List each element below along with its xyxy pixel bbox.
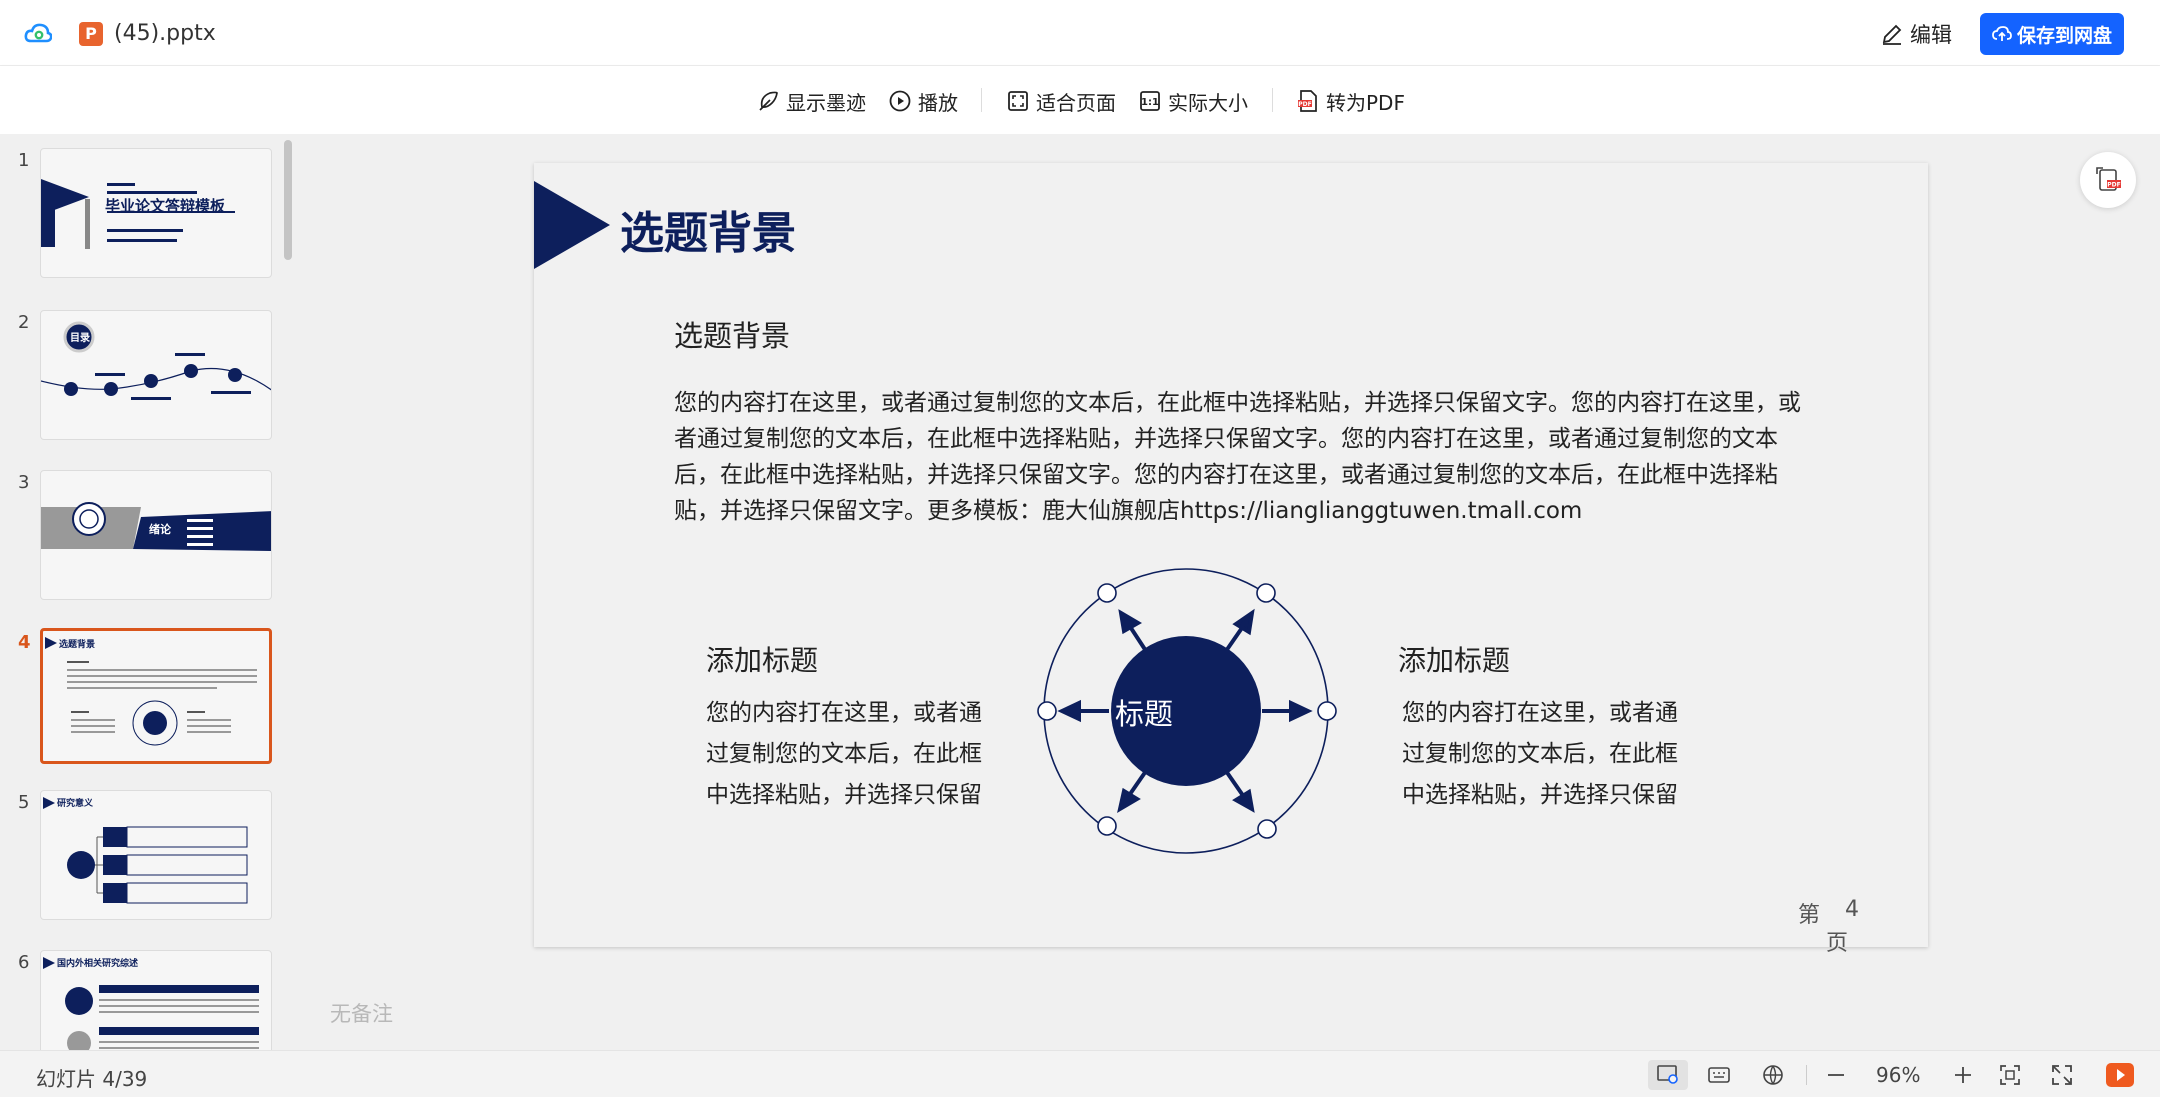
- cloud-upload-icon: [1992, 26, 2012, 41]
- status-divider: [1806, 1065, 1807, 1085]
- thumb-5-graphic: [43, 797, 248, 904]
- convert-pdf-button[interactable]: PDF 转为PDF: [1296, 86, 1405, 116]
- slide-subtitle[interactable]: 选题背景: [674, 313, 790, 355]
- play-circle-icon: [889, 90, 911, 112]
- left-text[interactable]: 您的内容打在这里，或者通过复制您的文本后，在此框中选择粘贴，并选择只保留: [706, 693, 996, 816]
- cloud-logo-icon[interactable]: [24, 21, 52, 45]
- play-label: 播放: [918, 90, 958, 115]
- sidebar-scrollbar[interactable]: [284, 140, 292, 260]
- actual-size-button[interactable]: 1:1 实际大小: [1138, 86, 1248, 116]
- thumb-5-title: 研究意义: [57, 799, 94, 809]
- convert-pdf-label: 转为PDF: [1326, 90, 1405, 115]
- toolbar-divider: [981, 88, 982, 112]
- normal-view-button[interactable]: [1648, 1060, 1688, 1090]
- pencil-icon: [1882, 24, 1902, 45]
- page-suffix: 页: [1826, 931, 1849, 956]
- slide-view-icon: [1657, 1065, 1678, 1084]
- slide-thumbnail-panel[interactable]: 1 毕业论文答辩模板 2 目录 3 绪论 4 选题背景 5 研究意义 6 国内外…: [0, 134, 298, 1050]
- thumb-4-graphic: [45, 637, 257, 746]
- thumb-number: 6: [18, 952, 30, 973]
- plus-icon: [1955, 1067, 1971, 1083]
- title-triangle-shape: [534, 181, 610, 269]
- save-to-cloud-button[interactable]: 保存到网盘: [1980, 13, 2124, 55]
- thumb-4-title: 选题背景: [59, 640, 96, 650]
- show-ink-label: 显示墨迹: [786, 90, 866, 115]
- slide-thumbnail-6[interactable]: 国内外相关研究综述: [40, 950, 272, 1050]
- top-bar: P (45).pptx 编辑 保存到网盘: [0, 0, 2160, 66]
- floating-pdf-button[interactable]: PDF: [2080, 152, 2136, 208]
- slide-thumbnail-2[interactable]: 目录: [40, 310, 272, 440]
- current-slide[interactable]: 选题背景 选题背景 您的内容打在这里，或者通过复制您的文本后，在此框中选择粘贴，…: [534, 163, 1928, 956]
- globe-icon: [1763, 1065, 1783, 1085]
- thumb-number: 1: [18, 150, 30, 171]
- slide-body-text[interactable]: 您的内容打在这里，或者通过复制您的文本后，在此框中选择粘贴，并选择只保留文字。您…: [674, 385, 1804, 529]
- svg-text:PDF: PDF: [1298, 101, 1311, 108]
- page-prefix: 第: [1798, 903, 1821, 928]
- notes-placeholder[interactable]: 无备注: [330, 998, 393, 1028]
- zoom-out-button[interactable]: [1820, 1060, 1852, 1090]
- thumb-number: 3: [18, 472, 30, 493]
- status-bar: 幻灯片 4/39 96%: [0, 1050, 2160, 1097]
- thumb-number: 5: [18, 792, 30, 813]
- edit-label: 编辑: [1910, 23, 1952, 47]
- save-label: 保存到网盘: [2016, 24, 2112, 47]
- page-number: 4: [1845, 897, 1859, 922]
- slideshow-play-button[interactable]: [2104, 1060, 2136, 1090]
- thumb-1-title: 毕业论文答辩模板: [105, 197, 226, 215]
- slideshow-icon: [2106, 1063, 2134, 1087]
- thumb-number-active: 4: [18, 632, 31, 653]
- slide-thumbnail-3[interactable]: 绪论: [40, 470, 272, 600]
- pdf-convert-icon: PDF: [2096, 167, 2121, 191]
- thumb-number: 2: [18, 312, 30, 333]
- fullscreen-button[interactable]: [2046, 1060, 2078, 1090]
- right-text[interactable]: 您的内容打在这里，或者通过复制您的文本后，在此框中选择粘贴，并选择只保留: [1402, 693, 1692, 816]
- reading-view-button[interactable]: [1703, 1060, 1735, 1090]
- slide-title[interactable]: 选题背景: [620, 197, 796, 261]
- slide-counter: 幻灯片 4/39: [36, 1067, 148, 1091]
- thumb-6-title: 国内外相关研究综述: [57, 959, 139, 969]
- language-button[interactable]: [1757, 1060, 1789, 1090]
- slide-thumbnail-5[interactable]: 研究意义: [40, 790, 272, 920]
- left-heading[interactable]: 添加标题: [706, 639, 818, 679]
- file-name: (45).pptx: [114, 21, 216, 46]
- feather-pen-icon: [759, 91, 778, 111]
- play-button[interactable]: 播放: [888, 86, 958, 116]
- thumb-2-title: 目录: [70, 333, 90, 344]
- pptx-file-icon: P: [79, 22, 103, 46]
- right-heading[interactable]: 添加标题: [1398, 639, 1510, 679]
- svg-text:PDF: PDF: [2107, 182, 2120, 189]
- fullscreen-icon: [2052, 1065, 2072, 1085]
- pdf-file-icon: PDF: [1298, 90, 1317, 112]
- hub-label[interactable]: 标题: [1094, 691, 1194, 733]
- slide-graphics: [534, 181, 1337, 854]
- zoom-level[interactable]: 96%: [1876, 1063, 1920, 1087]
- actual-size-label: 实际大小: [1168, 90, 1248, 115]
- thumb-3-title: 绪论: [149, 523, 171, 536]
- slide-thumbnail-4[interactable]: 选题背景: [40, 628, 272, 764]
- show-ink-button[interactable]: 显示墨迹: [756, 86, 866, 116]
- svg-text:1:1: 1:1: [1141, 97, 1159, 108]
- fit-window-icon: [2000, 1065, 2020, 1085]
- edit-button[interactable]: 编辑: [1880, 18, 1952, 50]
- zoom-in-button[interactable]: [1947, 1060, 1979, 1090]
- fit-page-label: 适合页面: [1036, 90, 1116, 115]
- fit-window-button[interactable]: [1994, 1060, 2026, 1090]
- keyboard-icon: [1708, 1067, 1730, 1083]
- fit-page-icon: [1008, 91, 1028, 111]
- actual-size-icon: 1:1: [1140, 91, 1160, 111]
- toolbar-divider: [1272, 88, 1273, 112]
- toolbar: 显示墨迹 播放 适合页面 1:1 实际大小 PDF 转为PDF: [0, 66, 2160, 134]
- fit-page-button[interactable]: 适合页面: [1006, 86, 1116, 116]
- slide-thumbnail-1[interactable]: 毕业论文答辩模板: [40, 148, 272, 278]
- minus-icon: [1828, 1074, 1844, 1076]
